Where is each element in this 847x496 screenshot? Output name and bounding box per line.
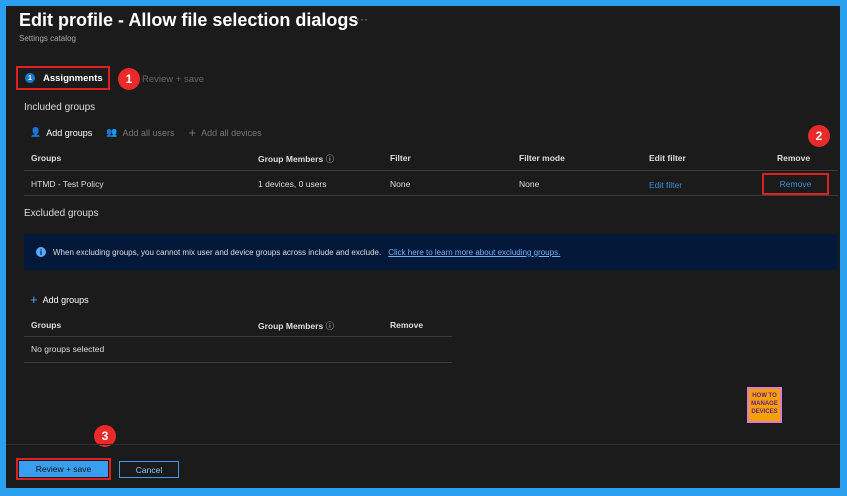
add-excluded-groups-button[interactable]: + Add groups — [30, 292, 89, 307]
filter-mode-value: None — [519, 179, 540, 189]
info-icon: i — [36, 247, 46, 257]
review-save-button[interactable]: Review + save — [19, 461, 108, 477]
info-icon: ⓘ — [325, 321, 335, 331]
column-header: Remove — [390, 320, 424, 330]
learn-more-link[interactable]: Click here to learn more about excluding… — [388, 248, 560, 257]
add-groups-button[interactable]: 👤 Add groups — [30, 127, 92, 138]
plus-icon: + — [30, 292, 38, 307]
page-subtitle: Settings catalog — [19, 34, 76, 43]
column-header: Remove — [777, 153, 811, 163]
step-number: 1 — [25, 73, 35, 83]
included-groups-heading: Included groups — [24, 102, 96, 113]
empty-state: No groups selected — [31, 344, 105, 354]
callout-badge: 1 — [118, 68, 140, 90]
plus-icon: + — [188, 125, 197, 140]
column-header: Group Members ⓘ — [258, 154, 335, 164]
people-icon: 👥 — [106, 127, 118, 137]
tab-review-save[interactable]: Review + save — [142, 74, 204, 85]
htmd-logo: HOW TO MANAGE DEVICES — [747, 387, 782, 423]
group-name: HTMD - Test Policy — [31, 179, 104, 189]
callout-badge: 2 — [808, 125, 830, 147]
column-header: Groups — [31, 320, 62, 330]
person-add-icon: 👤 — [30, 127, 42, 137]
cancel-button[interactable]: Cancel — [119, 461, 179, 478]
excluded-groups-heading: Excluded groups — [24, 208, 99, 219]
column-header: Edit filter — [649, 153, 686, 163]
column-header: Filter mode — [519, 153, 565, 163]
more-options-button[interactable]: ··· — [356, 12, 368, 26]
tab-assignments[interactable]: 1 Assignments — [16, 66, 110, 90]
edit-filter-link[interactable]: Edit filter — [649, 180, 682, 190]
page-title: Edit profile - Allow file selection dial… — [19, 10, 359, 30]
tab-label: Assignments — [43, 72, 103, 84]
add-all-users-button[interactable]: 👥 Add all users — [106, 127, 174, 138]
add-all-devices-button[interactable]: + Add all devices — [189, 125, 262, 140]
column-header: Groups — [31, 153, 62, 163]
group-members: 1 devices, 0 users — [258, 179, 327, 189]
column-header: Filter — [390, 153, 411, 163]
remove-link[interactable]: Remove — [762, 173, 829, 195]
info-banner: i When excluding groups, you cannot mix … — [24, 234, 838, 270]
info-text: When excluding groups, you cannot mix us… — [53, 247, 382, 257]
edit-profile-blade: Edit profile - Allow file selection dial… — [6, 6, 840, 488]
info-icon: ⓘ — [325, 154, 335, 164]
column-header: Group Members ⓘ — [258, 321, 335, 331]
filter-value: None — [390, 179, 411, 189]
